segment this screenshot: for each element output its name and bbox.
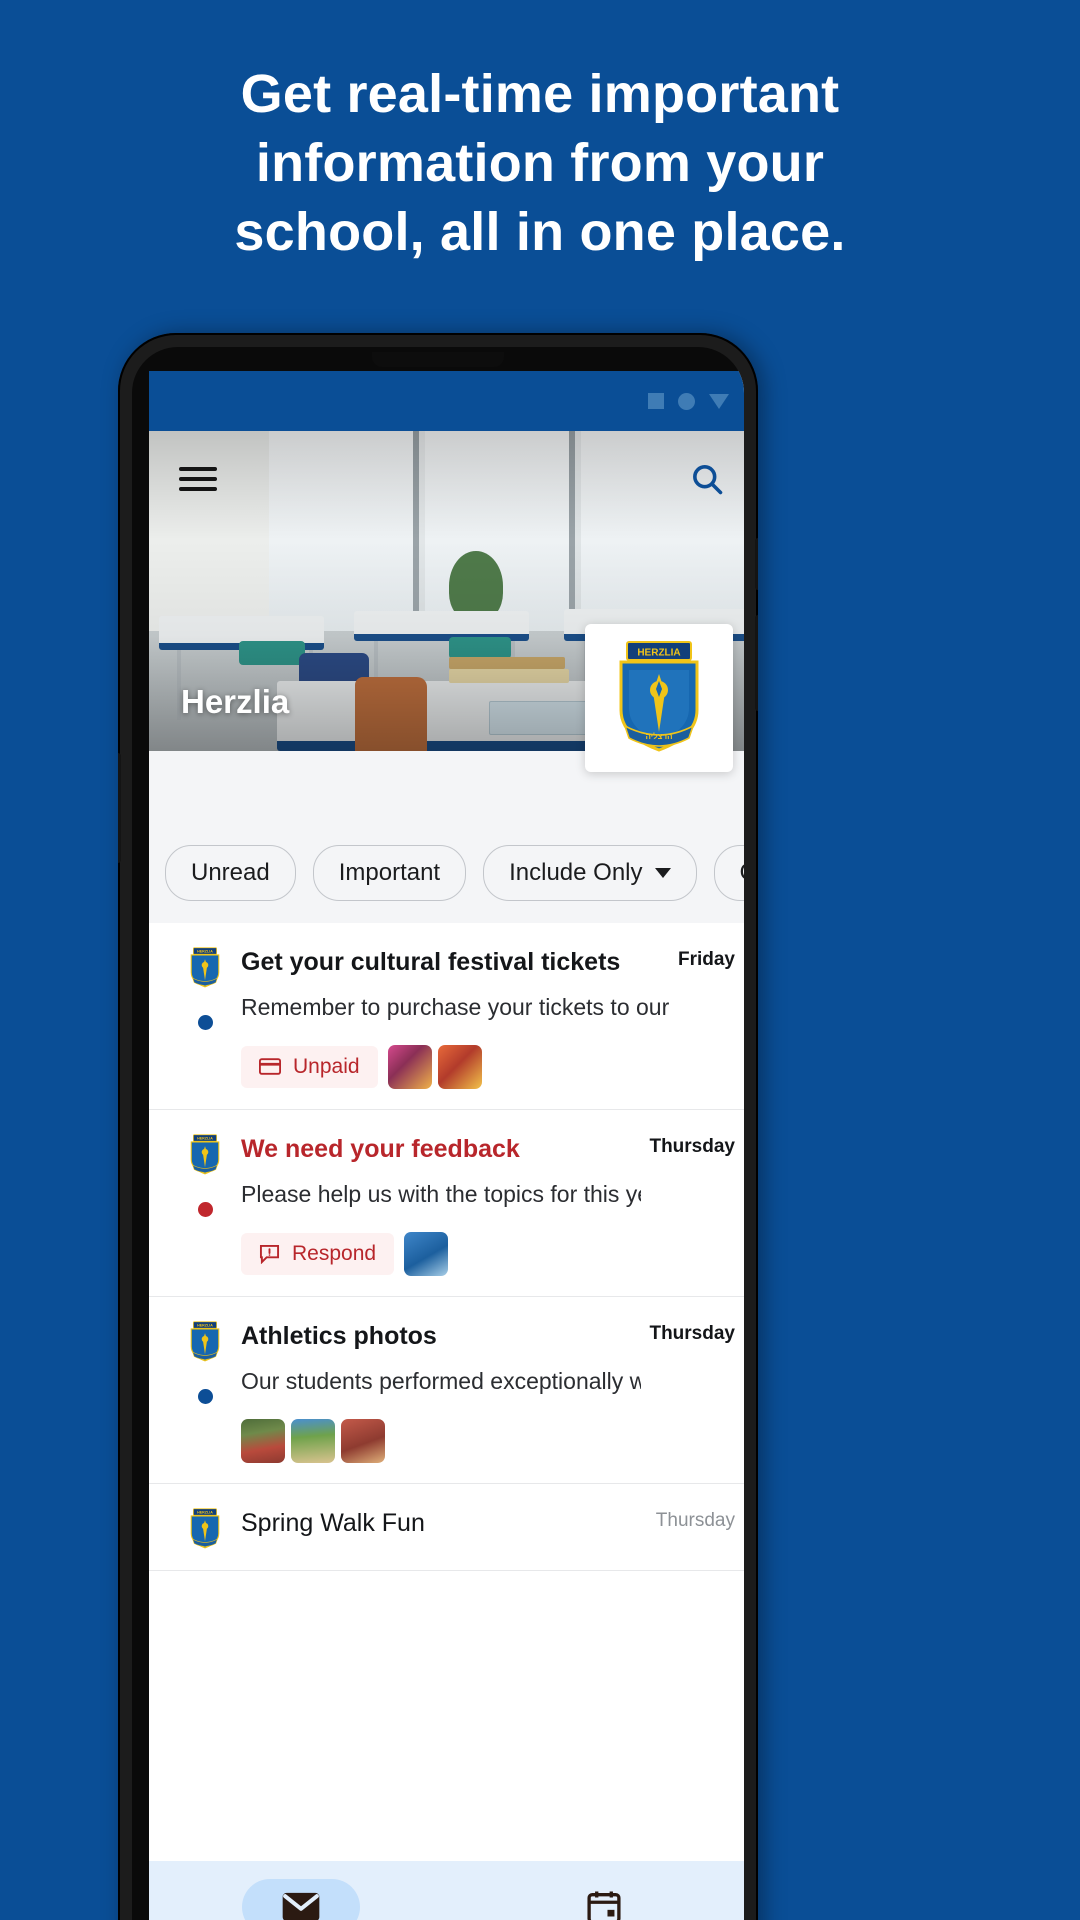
feedback-icon (259, 1244, 280, 1264)
nav-item-mail[interactable] (149, 1879, 452, 1920)
message-actions: Unpaid (241, 1044, 670, 1089)
credit-card-icon (259, 1058, 281, 1076)
message-avatar-column: HERZLIA (169, 947, 241, 1089)
thumbnail-image[interactable] (437, 1044, 482, 1089)
school-crest-card: HERZLIA הרצליה (585, 624, 733, 772)
nav-plain-slot (545, 1879, 663, 1920)
phone-screen: Herzlia HERZLIA הרצליה Unread Important … (149, 371, 744, 1920)
nav-selected-pill (241, 1879, 360, 1920)
hamburger-menu-icon[interactable] (179, 461, 217, 497)
message-date: Thursday (649, 1135, 735, 1157)
message-preview: Remember to purchase your tickets to our… (241, 994, 670, 1020)
message-title: Athletics photos (241, 1321, 437, 1350)
filter-chip-unread[interactable]: Unread (165, 845, 296, 901)
message-body: We need your feedback Please help us wit… (241, 1134, 649, 1276)
circle-icon (678, 392, 695, 410)
thumbnail-image[interactable] (387, 1044, 432, 1089)
message-body: Spring Walk Fun (241, 1508, 656, 1550)
message-thumbnails (404, 1231, 449, 1276)
filter-chip-include-only-label: Include Only (509, 859, 643, 886)
message-preview: Please help us with the topics for this … (241, 1180, 641, 1207)
message-body: Athletics photos Our students performed … (241, 1321, 649, 1463)
unread-dot (197, 1201, 213, 1217)
school-crest-icon: HERZLIA (190, 1321, 220, 1362)
filter-chip-row: Unread Important Include Only Groups (149, 839, 744, 923)
message-thumbnails (241, 1418, 385, 1463)
filter-chip-groups-label: Groups (740, 859, 744, 887)
school-crest-icon: HERZLIA (190, 1508, 220, 1549)
filter-chip-important[interactable]: Important (312, 845, 467, 901)
svg-text:HERZLIA: HERZLIA (197, 1137, 213, 1141)
school-crest-icon: HERZLIA (190, 1134, 220, 1175)
message-title: Spring Walk Fun (241, 1508, 425, 1537)
message-list-item[interactable]: HERZLIA We need your feedback Please hel… (149, 1110, 744, 1297)
phone-button-power (755, 615, 758, 711)
thumbnail-image[interactable] (341, 1418, 385, 1463)
promo-headline: Get real-time important information from… (0, 60, 1080, 267)
message-list: HERZLIA Get your cultural festival ticke… (149, 923, 744, 1571)
school-crest-icon: HERZLIA (190, 947, 220, 988)
status-bar (149, 371, 744, 431)
message-title: Get your cultural festival tickets (241, 948, 621, 976)
thumbnail-image[interactable] (404, 1231, 449, 1276)
message-actions: Respond (241, 1231, 641, 1276)
status-badge-respond[interactable]: Respond (241, 1232, 395, 1275)
message-list-item[interactable]: HERZLIA Spring Walk Fun Thursday (149, 1484, 744, 1571)
nav-item-calendar[interactable] (452, 1879, 744, 1920)
phone-bezel: Herzlia HERZLIA הרצליה Unread Important … (132, 347, 744, 1920)
svg-text:הרצליה: הרצליה (645, 732, 672, 741)
message-preview: Our students performed exceptionally wel… (241, 1367, 642, 1394)
svg-text:HERZLIA: HERZLIA (197, 950, 213, 954)
svg-text:HERZLIA: HERZLIA (637, 648, 680, 659)
status-badge-unpaid[interactable]: Unpaid (241, 1045, 378, 1088)
school-name-label: Herzlia (181, 683, 290, 720)
unread-dot (197, 1015, 213, 1030)
phone-button-volume (755, 538, 758, 590)
calendar-icon (586, 1891, 621, 1920)
message-title: We need your feedback (241, 1134, 520, 1163)
message-list-item[interactable]: HERZLIA Get your cultural festival ticke… (149, 923, 744, 1110)
bottom-navigation (149, 1861, 744, 1920)
unread-dot (197, 1388, 213, 1404)
phone-notch (372, 352, 504, 367)
filter-chip-important-label: Important (338, 859, 441, 886)
thumbnail-image[interactable] (291, 1418, 335, 1463)
mail-icon (282, 1892, 319, 1920)
chevron-down-icon (654, 868, 671, 878)
svg-text:HERZLIA: HERZLIA (197, 1323, 213, 1327)
phone-mockup: Herzlia HERZLIA הרצליה Unread Important … (118, 333, 758, 1920)
headline-line-2: information from your (255, 133, 825, 194)
square-icon (648, 393, 664, 409)
triangle-icon (709, 393, 729, 409)
message-avatar-column: HERZLIA (169, 1508, 241, 1550)
app-bar (149, 431, 744, 527)
message-avatar-column: HERZLIA (169, 1321, 241, 1463)
search-icon[interactable] (689, 461, 725, 497)
svg-text:HERZLIA: HERZLIA (197, 1510, 213, 1514)
message-avatar-column: HERZLIA (169, 1134, 241, 1276)
status-badge-label: Respond (292, 1241, 377, 1265)
message-date: Friday (677, 949, 735, 970)
filter-chip-groups[interactable]: Groups (713, 845, 744, 901)
status-badge-label: Unpaid (293, 1054, 360, 1078)
phone-button-left (118, 753, 121, 863)
headline-line-1: Get real-time important (240, 64, 840, 124)
message-actions (241, 1418, 641, 1463)
message-body: Get your cultural festival tickets Remem… (241, 947, 678, 1089)
headline-line-3: school, all in one place. (234, 202, 846, 263)
thumbnail-image[interactable] (241, 1418, 285, 1463)
message-list-item[interactable]: HERZLIA Athletics photos Our students pe… (149, 1297, 744, 1484)
message-date: Thursday (655, 1509, 735, 1531)
school-crest-icon: HERZLIA הרצליה (619, 641, 699, 752)
filter-chip-include-only[interactable]: Include Only (483, 845, 697, 901)
filter-chip-unread-label: Unread (191, 859, 270, 886)
message-thumbnails (387, 1044, 482, 1089)
message-date: Thursday (649, 1322, 735, 1344)
